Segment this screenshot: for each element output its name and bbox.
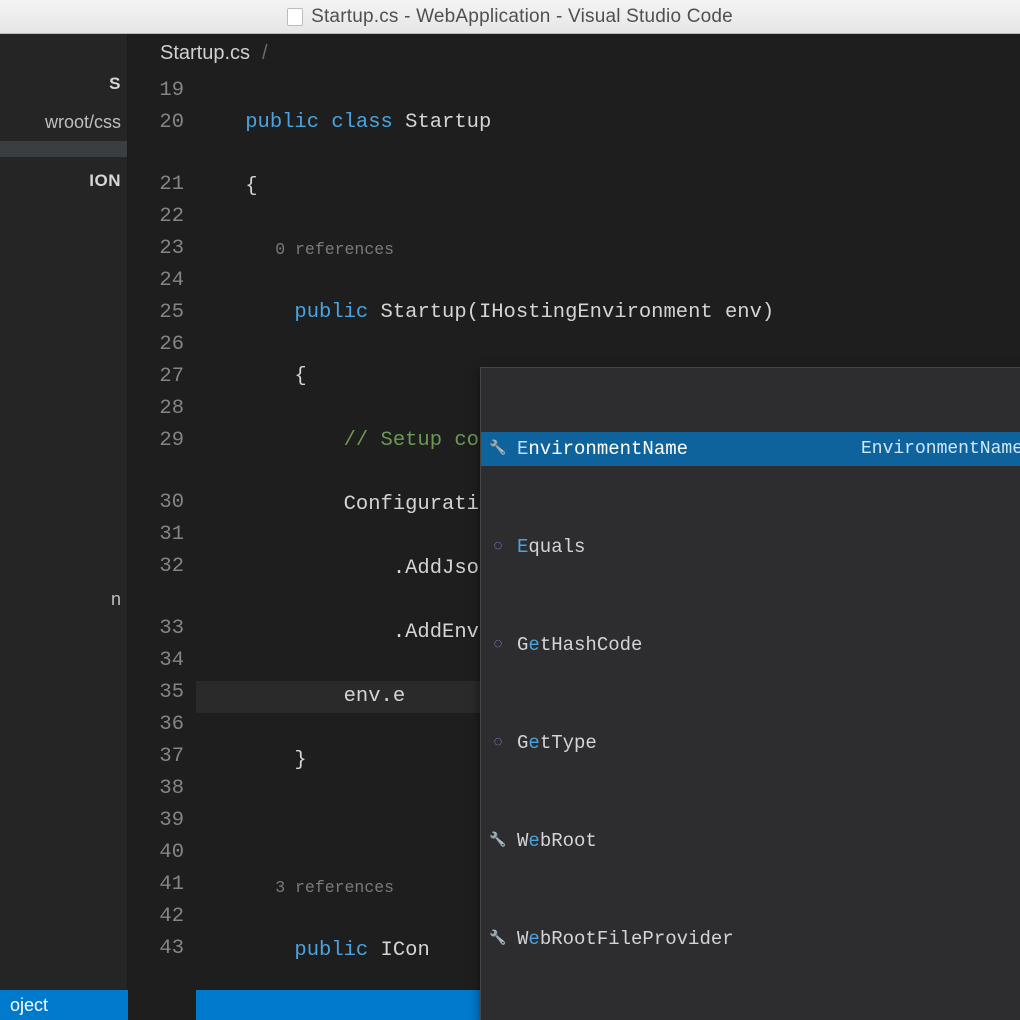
line-number: 21	[128, 169, 184, 201]
sidebar-item-active[interactable]	[0, 141, 127, 157]
line-number: 33	[128, 613, 184, 645]
line-number: 30	[128, 487, 184, 519]
line-number: 31	[128, 519, 184, 551]
suggest-label: GetType	[517, 727, 597, 759]
suggest-item[interactable]: WebRootFileProvider	[481, 922, 1020, 956]
line-number: 27	[128, 361, 184, 393]
sidebar-item-path[interactable]: wroot/css	[0, 104, 127, 141]
method-icon	[489, 538, 507, 556]
status-left[interactable]: oject	[10, 995, 48, 1016]
suggest-label: WebRootFileProvider	[517, 923, 734, 955]
method-icon	[489, 636, 507, 654]
suggest-item[interactable]: EnvironmentName EnvironmentName	[481, 432, 1020, 466]
suggest-item[interactable]: GetHashCode	[481, 628, 1020, 662]
line-number: 37	[128, 741, 184, 773]
codelens-references[interactable]: 0 references	[196, 235, 1020, 265]
intellisense-popup[interactable]: EnvironmentName EnvironmentName Equals G…	[480, 367, 1020, 1020]
line-number: 19	[128, 75, 184, 107]
line-number: 29	[128, 425, 184, 457]
breadcrumb-separator: /	[258, 42, 272, 65]
line-number: 24	[128, 265, 184, 297]
line-number: 41	[128, 869, 184, 901]
line-number: 43	[128, 933, 184, 965]
editor-tabs: Startup.cs /	[128, 34, 1020, 73]
line-number: 40	[128, 837, 184, 869]
sidebar-item-lower[interactable]: n	[0, 581, 127, 618]
code-line: {	[196, 171, 1020, 203]
titlebar: Startup.cs - WebApplication - Visual Stu…	[0, 0, 1020, 34]
code-line: public Startup(IHostingEnvironment env)	[196, 297, 1020, 329]
line-number: 23	[128, 233, 184, 265]
line-number: 26	[128, 329, 184, 361]
suggest-item[interactable]: GetType	[481, 726, 1020, 760]
window-title: Startup.cs - WebApplication - Visual Stu…	[311, 6, 733, 28]
editor-area: Startup.cs / 19 20 21 22 23 24 25 26 27 …	[128, 34, 1020, 990]
suggest-label: GetHashCode	[517, 629, 642, 661]
line-number: 28	[128, 393, 184, 425]
line-gutter: 19 20 21 22 23 24 25 26 27 28 29 30 31 3…	[128, 73, 196, 1020]
file-icon	[287, 8, 303, 26]
main-body: S wroot/css ION n Startup.cs / 19 20 21 …	[0, 34, 1020, 990]
property-icon	[489, 440, 507, 458]
line-number: 20	[128, 107, 184, 139]
property-icon	[489, 930, 507, 948]
line-number: 39	[128, 805, 184, 837]
suggest-item[interactable]: WebRoot	[481, 824, 1020, 858]
line-number: 35	[128, 677, 184, 709]
line-number: 42	[128, 901, 184, 933]
line-number: 32	[128, 551, 184, 583]
line-number: 36	[128, 709, 184, 741]
suggest-label: EnvironmentName	[517, 433, 688, 465]
line-number: 38	[128, 773, 184, 805]
code-editor[interactable]: 19 20 21 22 23 24 25 26 27 28 29 30 31 3…	[128, 73, 1020, 1020]
suggest-label: WebRoot	[517, 825, 597, 857]
code-content[interactable]: public class Startup { 0 references publ…	[196, 73, 1020, 1020]
sidebar: S wroot/css ION n	[0, 34, 128, 990]
suggest-item[interactable]: Equals	[481, 530, 1020, 564]
app-window: Startup.cs - WebApplication - Visual Stu…	[0, 0, 1020, 1020]
method-icon	[489, 734, 507, 752]
suggest-label: Equals	[517, 531, 585, 563]
sidebar-section-webapplication: ION	[0, 157, 127, 201]
line-number: 25	[128, 297, 184, 329]
suggest-detail: EnvironmentName	[861, 433, 1020, 465]
property-icon	[489, 832, 507, 850]
tab-startup-cs[interactable]: Startup.cs	[152, 34, 258, 73]
line-number: 22	[128, 201, 184, 233]
sidebar-section-open-editors: S	[0, 60, 127, 104]
line-number: 34	[128, 645, 184, 677]
code-line: public class Startup	[196, 107, 1020, 139]
